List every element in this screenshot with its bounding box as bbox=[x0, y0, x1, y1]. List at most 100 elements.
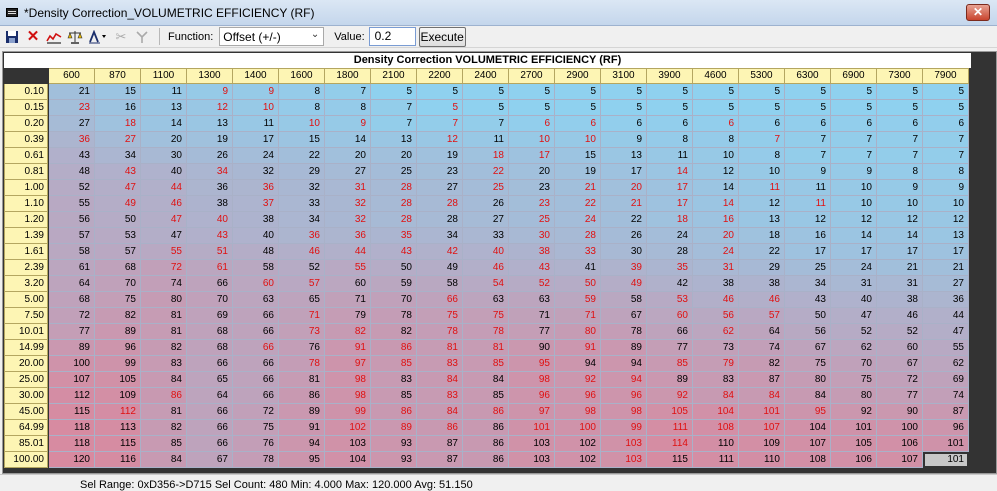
table-cell[interactable]: 52 bbox=[877, 324, 923, 340]
table-cell[interactable]: 66 bbox=[233, 388, 279, 404]
row-header[interactable]: 85.01 bbox=[4, 436, 48, 452]
table-cell[interactable]: 84 bbox=[739, 388, 785, 404]
table-cell[interactable]: 93 bbox=[371, 436, 417, 452]
table-cell[interactable]: 26 bbox=[463, 196, 509, 212]
table-cell[interactable]: 5 bbox=[877, 84, 923, 100]
table-cell[interactable]: 85 bbox=[371, 388, 417, 404]
table-cell[interactable]: 82 bbox=[739, 356, 785, 372]
table-cell[interactable]: 80 bbox=[831, 388, 877, 404]
table-cell[interactable]: 86 bbox=[463, 452, 509, 468]
table-cell[interactable]: 5 bbox=[371, 84, 417, 100]
table-cell[interactable]: 89 bbox=[371, 420, 417, 436]
table-cell[interactable]: 50 bbox=[555, 276, 601, 292]
table-cell[interactable]: 62 bbox=[831, 340, 877, 356]
table-cell[interactable]: 32 bbox=[325, 212, 371, 228]
column-header[interactable]: 1600 bbox=[279, 68, 325, 84]
table-cell[interactable]: 70 bbox=[187, 292, 233, 308]
table-cell[interactable]: 8 bbox=[877, 164, 923, 180]
table-cell[interactable]: 58 bbox=[233, 260, 279, 276]
column-header[interactable]: 6300 bbox=[785, 68, 831, 84]
table-cell[interactable]: 75 bbox=[463, 308, 509, 324]
table-cell[interactable]: 31 bbox=[831, 276, 877, 292]
table-cell[interactable]: 64 bbox=[187, 388, 233, 404]
table-cell[interactable]: 14 bbox=[647, 164, 693, 180]
table-cell[interactable]: 56 bbox=[785, 324, 831, 340]
table-cell[interactable]: 104 bbox=[325, 452, 371, 468]
table-cell[interactable]: 47 bbox=[141, 228, 187, 244]
table-cell[interactable]: 42 bbox=[647, 276, 693, 292]
table-cell[interactable]: 78 bbox=[233, 452, 279, 468]
table-cell[interactable]: 35 bbox=[647, 260, 693, 276]
table-cell[interactable]: 98 bbox=[325, 388, 371, 404]
graph-icon[interactable] bbox=[45, 28, 63, 46]
table-cell[interactable]: 106 bbox=[877, 436, 923, 452]
table-cell[interactable]: 15 bbox=[279, 132, 325, 148]
table-cell[interactable]: 54 bbox=[463, 276, 509, 292]
table-cell[interactable]: 99 bbox=[95, 356, 141, 372]
table-cell[interactable]: 10 bbox=[509, 132, 555, 148]
table-cell[interactable]: 42 bbox=[417, 244, 463, 260]
table-cell[interactable]: 80 bbox=[785, 372, 831, 388]
table-cell[interactable]: 35 bbox=[371, 228, 417, 244]
table-cell[interactable]: 104 bbox=[693, 404, 739, 420]
table-cell[interactable]: 84 bbox=[785, 388, 831, 404]
column-header[interactable]: 2900 bbox=[555, 68, 601, 84]
table-cell[interactable]: 81 bbox=[141, 324, 187, 340]
table-cell[interactable]: 56 bbox=[49, 212, 95, 228]
table-cell[interactable]: 40 bbox=[233, 228, 279, 244]
table-cell[interactable]: 14 bbox=[325, 132, 371, 148]
table-cell[interactable]: 8 bbox=[739, 148, 785, 164]
merge-icon[interactable] bbox=[133, 28, 151, 46]
table-cell[interactable]: 77 bbox=[647, 340, 693, 356]
table-cell[interactable]: 22 bbox=[555, 196, 601, 212]
text-format-icon[interactable] bbox=[87, 28, 109, 46]
table-cell[interactable]: 18 bbox=[463, 148, 509, 164]
table-cell[interactable]: 10 bbox=[877, 196, 923, 212]
table-cell[interactable]: 5 bbox=[693, 84, 739, 100]
table-cell[interactable]: 40 bbox=[831, 292, 877, 308]
table-cell[interactable]: 27 bbox=[923, 276, 969, 292]
table-cell[interactable]: 83 bbox=[141, 356, 187, 372]
table-cell[interactable]: 82 bbox=[325, 324, 371, 340]
table-cell[interactable]: 69 bbox=[187, 308, 233, 324]
table-cell[interactable]: 66 bbox=[187, 356, 233, 372]
table-cell[interactable]: 36 bbox=[233, 180, 279, 196]
table-cell[interactable]: 30 bbox=[601, 244, 647, 260]
table-cell[interactable]: 103 bbox=[509, 436, 555, 452]
table-cell[interactable]: 37 bbox=[233, 196, 279, 212]
row-header[interactable]: 10.01 bbox=[4, 324, 48, 340]
table-cell[interactable]: 110 bbox=[693, 436, 739, 452]
table-cell[interactable]: 34 bbox=[417, 228, 463, 244]
table-cell[interactable]: 5 bbox=[647, 84, 693, 100]
row-header[interactable]: 30.00 bbox=[4, 388, 48, 404]
table-cell[interactable]: 81 bbox=[141, 404, 187, 420]
table-cell[interactable]: 20 bbox=[601, 180, 647, 196]
column-header[interactable]: 600 bbox=[49, 68, 95, 84]
table-cell[interactable]: 68 bbox=[95, 260, 141, 276]
table-cell[interactable]: 85 bbox=[463, 388, 509, 404]
table-cell[interactable]: 27 bbox=[49, 116, 95, 132]
save-icon[interactable] bbox=[3, 28, 21, 46]
table-cell[interactable]: 10 bbox=[555, 132, 601, 148]
table-cell[interactable]: 87 bbox=[923, 404, 969, 420]
table-cell[interactable]: 99 bbox=[601, 420, 647, 436]
table-cell[interactable]: 83 bbox=[417, 388, 463, 404]
table-cell[interactable]: 109 bbox=[95, 388, 141, 404]
table-cell[interactable]: 23 bbox=[417, 164, 463, 180]
table-cell[interactable]: 59 bbox=[371, 276, 417, 292]
table-cell[interactable]: 26 bbox=[601, 228, 647, 244]
table-cell[interactable]: 68 bbox=[187, 324, 233, 340]
table-cell[interactable]: 65 bbox=[187, 372, 233, 388]
table-cell[interactable]: 55 bbox=[141, 244, 187, 260]
table-cell[interactable]: 10 bbox=[233, 100, 279, 116]
table-cell[interactable]: 102 bbox=[325, 420, 371, 436]
table-cell[interactable]: 74 bbox=[739, 340, 785, 356]
table-cell[interactable]: 33 bbox=[463, 228, 509, 244]
table-cell[interactable]: 28 bbox=[417, 196, 463, 212]
row-header[interactable]: 45.00 bbox=[4, 404, 48, 420]
table-cell[interactable]: 112 bbox=[95, 404, 141, 420]
table-cell[interactable]: 91 bbox=[279, 420, 325, 436]
table-cell[interactable]: 84 bbox=[141, 452, 187, 468]
table-cell[interactable]: 64 bbox=[739, 324, 785, 340]
table-cell[interactable]: 110 bbox=[739, 452, 785, 468]
